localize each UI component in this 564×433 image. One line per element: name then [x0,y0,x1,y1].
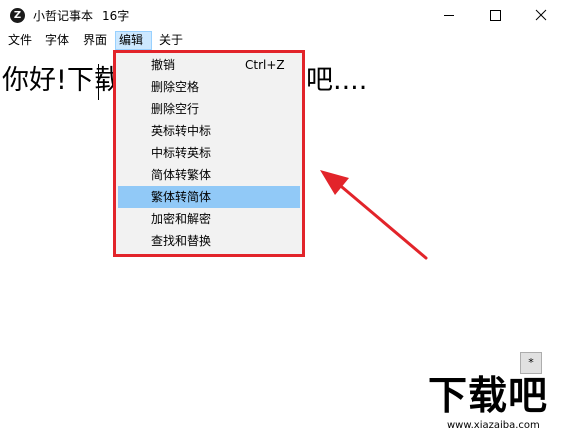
menu-about[interactable]: 关于 [156,31,186,50]
menu-font[interactable]: 字体 [42,31,72,50]
menu-item-label: 删除空行 [151,102,200,116]
edit-dropdown-menu: 撤销 Ctrl+Z 删除空格 删除空行 英标转中标 中标转英标 简体转繁体 繁体… [113,50,303,255]
title-bar: Z 小哲记事本 16字 [0,0,564,31]
app-logo-icon: Z [10,8,25,23]
menu-item-simplified-to-traditional[interactable]: 简体转繁体 [118,164,300,186]
star-button[interactable]: * [520,352,542,374]
menu-edit[interactable]: 编辑 [115,31,152,50]
menu-item-label: 加密和解密 [151,212,212,226]
menu-item-remove-blank-lines[interactable]: 删除空行 [118,98,300,120]
menu-item-label: 英标转中标 [151,124,212,138]
menu-file[interactable]: 文件 [5,31,35,50]
menu-item-shortcut: Ctrl+Z [245,58,285,72]
menu-item-label: 查找和替换 [151,234,212,248]
minimize-button[interactable] [426,0,472,31]
maximize-icon [490,10,501,21]
menu-item-label: 撤销 [151,58,176,72]
close-button[interactable] [518,0,564,31]
menu-item-en-to-cn-punct[interactable]: 英标转中标 [118,120,300,142]
editor-text-before-caret: 你好!下 [2,65,94,96]
menu-item-label: 繁体转简体 [151,190,212,204]
menu-item-label: 简体转繁体 [151,168,212,182]
menu-interface[interactable]: 界面 [80,31,110,50]
menu-item-cn-to-en-punct[interactable]: 中标转英标 [118,142,300,164]
menu-bar: 文件 字体 界面 编辑 关于 [0,31,564,50]
editor-text-tail: 吧.... [306,65,368,96]
char-count: 16字 [102,9,130,23]
menu-item-label: 中标转英标 [151,146,212,160]
maximize-button[interactable] [472,0,518,31]
minimize-icon [444,15,454,16]
menu-item-undo[interactable]: 撤销 Ctrl+Z [118,54,300,76]
close-icon [535,9,547,21]
editor-text-start[interactable]: 你好!下载 [2,58,121,97]
window-title: 小哲记事本 [33,9,94,23]
text-caret [98,64,99,100]
notepad-window: Z 小哲记事本 16字 文件 字体 界面 编辑 关于 你好!下载 吧.... 撤… [0,0,564,433]
menu-item-label: 删除空格 [151,80,200,94]
menu-item-traditional-to-simplified[interactable]: 繁体转简体 [118,186,300,208]
menu-item-find-replace[interactable]: 查找和替换 [118,230,300,252]
watermark-brand: 下载吧 [428,374,549,419]
menu-item-remove-spaces[interactable]: 删除空格 [118,76,300,98]
site-watermark-logo: 下载吧 www.xiazaiba.com [425,376,564,433]
watermark-url: www.xiazaiba.com [447,420,540,431]
menu-item-encrypt-decrypt[interactable]: 加密和解密 [118,208,300,230]
